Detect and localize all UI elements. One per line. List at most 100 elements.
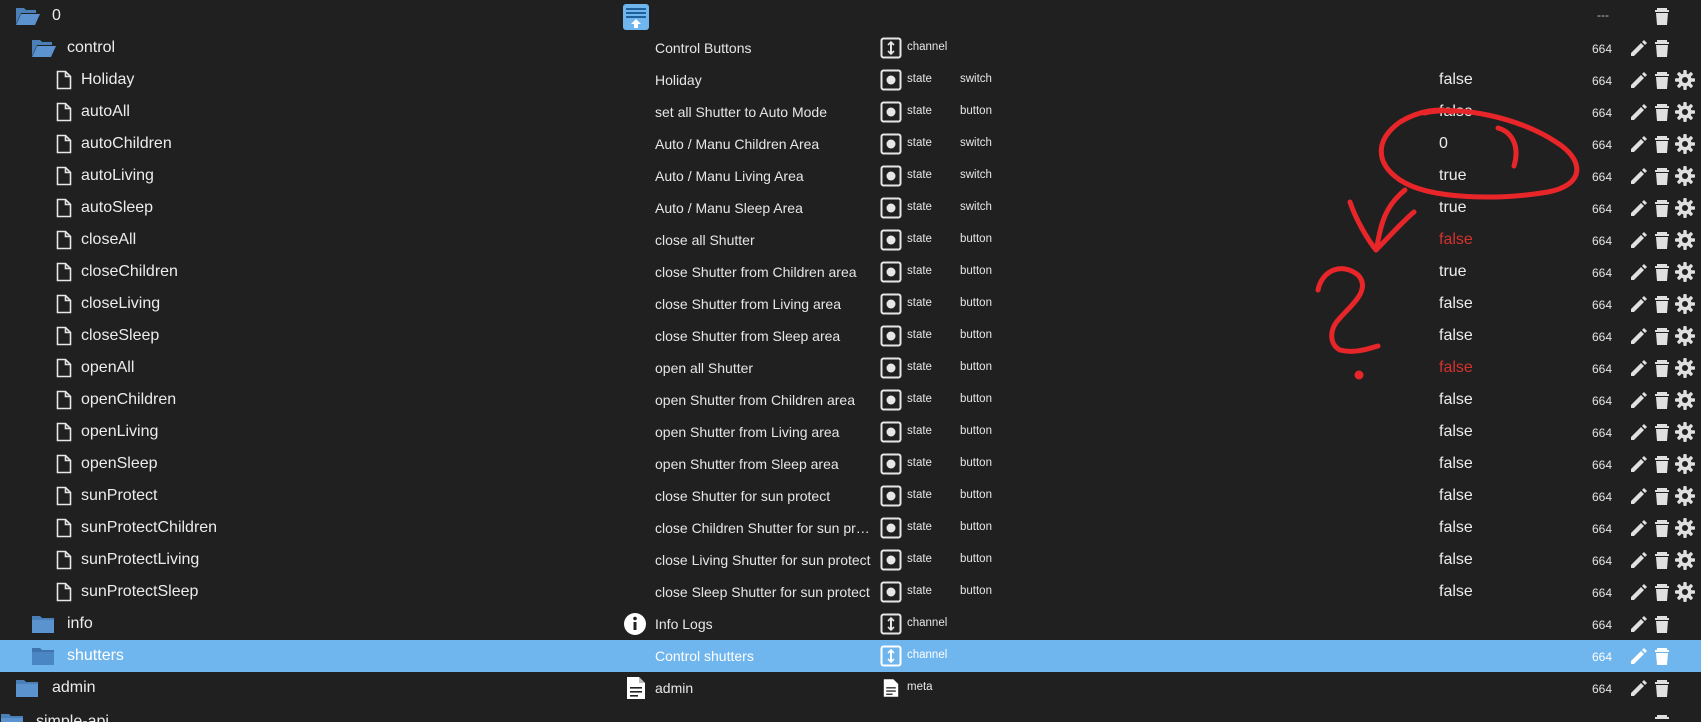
settings-gear-button[interactable] [1674,357,1696,379]
state-value[interactable]: false [1439,518,1473,538]
edit-button[interactable] [1628,229,1650,251]
delete-button[interactable] [1651,677,1673,699]
state-value[interactable]: false [1439,294,1473,314]
delete-button[interactable] [1651,453,1673,475]
delete-button[interactable] [1651,37,1673,59]
tree-row-state[interactable]: autoChildren Auto / Manu Children Area sta… [0,128,1701,160]
folder-icon[interactable] [31,646,55,671]
delete-button[interactable] [1651,133,1673,155]
settings-gear-button[interactable] [1674,485,1696,507]
folder-icon[interactable] [15,678,39,703]
state-value[interactable]: false [1439,358,1473,378]
tree-row-state[interactable]: closeAll close all Shutter state button fals… [0,224,1701,256]
settings-gear-button[interactable] [1674,549,1696,571]
delete-button[interactable] [1651,197,1673,219]
delete-button[interactable] [1651,229,1673,251]
state-value[interactable]: false [1439,454,1473,474]
edit-button[interactable] [1628,293,1650,315]
delete-button[interactable] [1651,69,1673,91]
tree-row-admin[interactable]: admin admin meta 664 [0,672,1701,704]
edit-button[interactable] [1628,357,1650,379]
delete-button[interactable] [1651,325,1673,347]
tree-row-state[interactable]: autoSleep Auto / Manu Sleep Area state swit… [0,192,1701,224]
state-value[interactable]: true [1439,262,1467,282]
tree-row-state[interactable]: autoAll set all Shutter to Auto Mode state… [0,96,1701,128]
settings-gear-button[interactable] [1674,69,1696,91]
state-value[interactable]: false [1439,70,1473,90]
settings-gear-button[interactable] [1674,101,1696,123]
settings-gear-button[interactable] [1674,165,1696,187]
settings-gear-button[interactable] [1674,453,1696,475]
tree-row-state[interactable]: closeLiving close Shutter from Living are… [0,288,1701,320]
tree-row-state[interactable]: openChildren open Shutter from Children a… [0,384,1701,416]
edit-button[interactable] [1628,389,1650,411]
state-value[interactable]: false [1439,486,1473,506]
delete-button[interactable] [1651,485,1673,507]
edit-button[interactable] [1628,197,1650,219]
tree-row-state[interactable]: openAll open all Shutter state button false 6… [0,352,1701,384]
tree-row-info[interactable]: info Info Logs channel 664 [0,608,1701,640]
tree-row-state[interactable]: Holiday Holiday state switch false 664 [0,64,1701,96]
edit-button[interactable] [1628,165,1650,187]
delete-button[interactable] [1651,261,1673,283]
delete-button[interactable] [1651,389,1673,411]
tree-row-state[interactable]: sunProtectLiving close Living Shutter for… [0,544,1701,576]
settings-gear-button[interactable] [1674,389,1696,411]
tree-row-shutters[interactable]: shutters Control shutters channel 664 [0,640,1701,672]
state-value[interactable]: false [1439,102,1473,122]
state-value[interactable]: false [1439,422,1473,442]
state-value[interactable]: true [1439,166,1467,186]
delete-button[interactable] [1651,549,1673,571]
edit-button[interactable] [1628,453,1650,475]
delete-button[interactable] [1651,421,1673,443]
edit-button[interactable] [1628,549,1650,571]
edit-button[interactable] [1628,37,1650,59]
settings-gear-button[interactable] [1674,229,1696,251]
edit-button[interactable] [1628,69,1650,91]
edit-button[interactable] [1628,421,1650,443]
state-value[interactable]: false [1439,582,1473,602]
tree-row-state[interactable]: sunProtectSleep close Sleep Shutter for s… [0,576,1701,608]
edit-button[interactable] [1628,101,1650,123]
edit-button[interactable] [1628,581,1650,603]
delete-button[interactable] [1651,645,1673,667]
settings-gear-button[interactable] [1674,197,1696,219]
delete-button[interactable] [1651,5,1673,27]
settings-gear-button[interactable] [1674,325,1696,347]
tree-row-state[interactable]: sunProtect close Shutter for sun protect s… [0,480,1701,512]
edit-button[interactable] [1628,645,1650,667]
state-value[interactable]: false [1439,326,1473,346]
tree-row-simple-api[interactable]: simple-api [0,704,1701,722]
delete-button[interactable] [1651,517,1673,539]
tree-row-state[interactable]: closeSleep close Shutter from Sleep area s… [0,320,1701,352]
edit-button[interactable] [1628,517,1650,539]
state-value[interactable]: false [1439,550,1473,570]
folder-icon[interactable] [0,712,24,722]
folder-icon[interactable] [31,614,55,639]
state-value[interactable]: false [1439,230,1473,250]
delete-button[interactable] [1651,101,1673,123]
edit-button[interactable] [1628,325,1650,347]
folder-open-icon[interactable] [15,6,41,31]
delete-button[interactable] [1651,293,1673,315]
state-value[interactable]: false [1439,390,1473,410]
folder-open-icon[interactable] [31,38,57,63]
delete-button[interactable] [1651,357,1673,379]
tree-row-state[interactable]: closeChildren close Shutter from Children… [0,256,1701,288]
tree-row-state[interactable]: openSleep open Shutter from Sleep area sta… [0,448,1701,480]
tree-row-state[interactable]: autoLiving Auto / Manu Living Area state sw… [0,160,1701,192]
delete-button[interactable] [1651,712,1673,722]
tree-row-state[interactable]: sunProtectChildren close Children Shutter… [0,512,1701,544]
delete-button[interactable] [1651,613,1673,635]
tree-row-state[interactable]: openLiving open Shutter from Living area s… [0,416,1701,448]
settings-gear-button[interactable] [1674,133,1696,155]
settings-gear-button[interactable] [1674,581,1696,603]
settings-gear-button[interactable] [1674,421,1696,443]
tree-row-control[interactable]: control Control Buttons channel 664 [0,32,1701,64]
settings-gear-button[interactable] [1674,261,1696,283]
edit-button[interactable] [1628,133,1650,155]
state-value[interactable]: 0 [1439,134,1448,154]
edit-button[interactable] [1628,613,1650,635]
settings-gear-button[interactable] [1674,293,1696,315]
edit-button[interactable] [1628,677,1650,699]
